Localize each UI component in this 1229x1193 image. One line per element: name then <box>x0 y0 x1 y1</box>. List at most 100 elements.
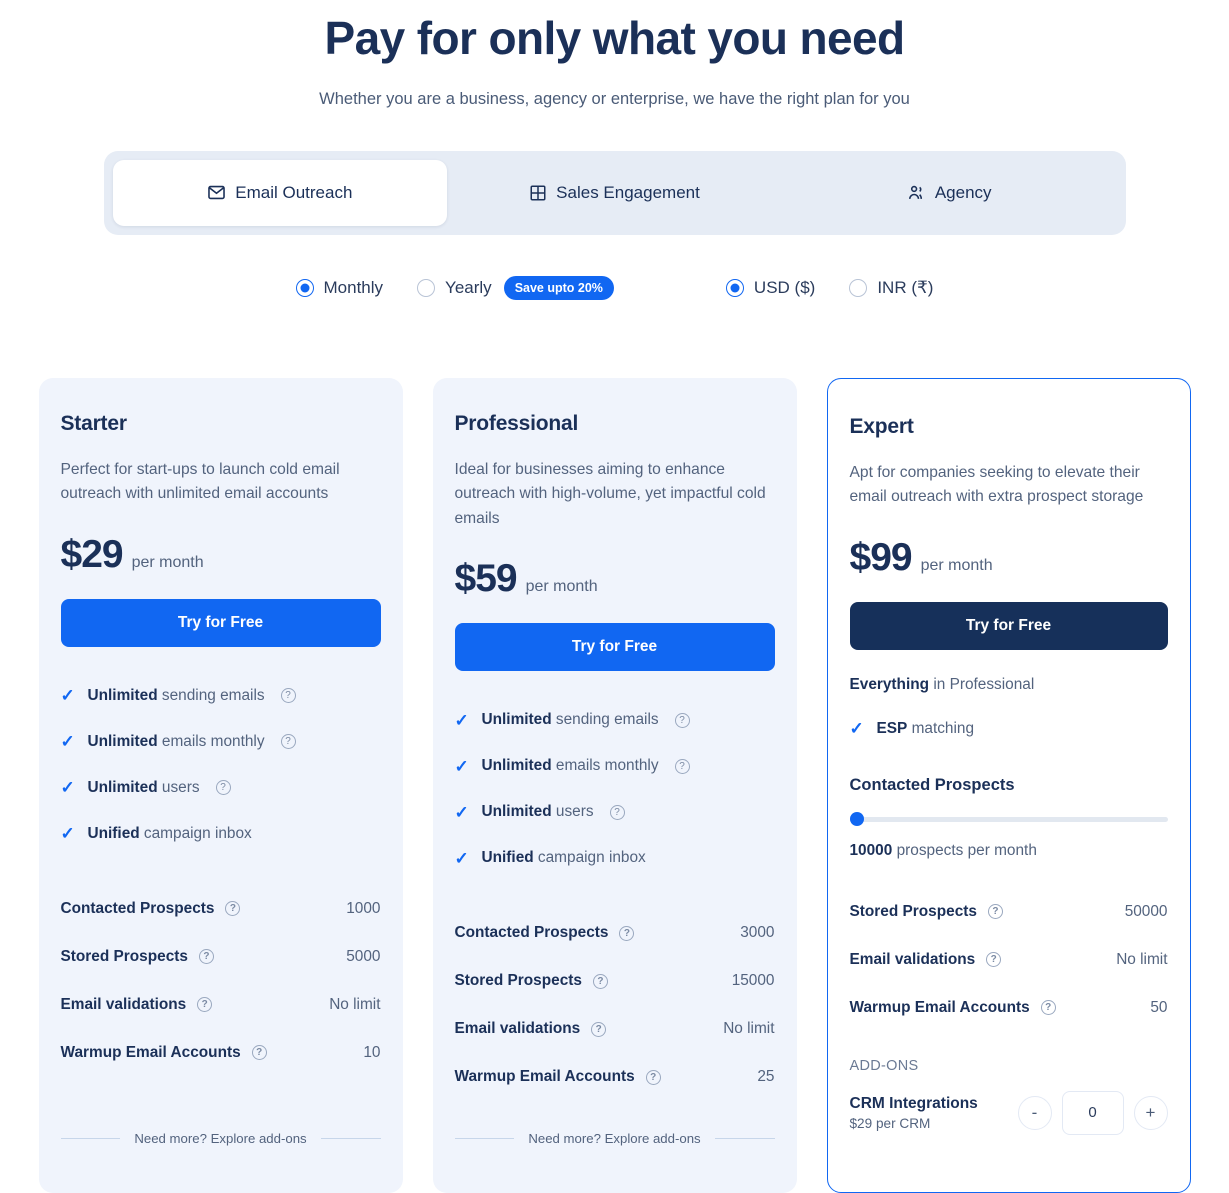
spec-row: Contacted Prospects? 1000 <box>61 885 381 933</box>
plan-description: Ideal for businesses aiming to enhance o… <box>454 461 766 527</box>
envelope-icon <box>207 183 226 202</box>
feature-rest: emails monthly <box>551 757 659 775</box>
plan-price: $29 <box>60 532 124 576</box>
help-icon[interactable]: ? <box>1040 1000 1056 1016</box>
spec-value: No limit <box>723 1020 775 1038</box>
feature-rest: sending emails <box>157 686 265 704</box>
plan-name: Professional <box>454 412 579 435</box>
slider-value: 10000 <box>849 841 893 859</box>
plan-specs: Contacted Prospects? 3000 Stored Prospec… <box>455 909 775 1101</box>
contacted-prospects-slider[interactable] <box>849 811 1168 826</box>
plan-card-professional: Professional Ideal for businesses aiming… <box>432 378 797 1193</box>
help-icon[interactable]: ? <box>280 688 296 704</box>
spec-label: Stored Prospects <box>849 902 977 920</box>
radio-inr[interactable]: INR (₹) <box>849 278 933 298</box>
feature-strong: Unlimited <box>481 711 552 729</box>
help-icon[interactable]: ? <box>251 1045 267 1061</box>
plan-specs: Stored Prospects? 50000 Email validation… <box>850 888 1168 1032</box>
help-icon[interactable]: ? <box>215 780 231 796</box>
spec-value: 1000 <box>346 899 381 917</box>
addon-price: $29 per CRM <box>849 1115 931 1131</box>
tab-email-outreach[interactable]: Email Outreach <box>112 159 448 226</box>
tab-agency[interactable]: Agency <box>782 160 1117 226</box>
tab-label: Email Outreach <box>235 182 353 202</box>
divider <box>320 1138 381 1139</box>
tab-sales-engagement[interactable]: Sales Engagement <box>447 160 782 226</box>
radio-yearly[interactable]: Yearly <box>417 278 492 298</box>
spec-row: Warmup Email Accounts? 50 <box>850 984 1168 1032</box>
help-icon[interactable]: ? <box>986 952 1002 968</box>
feature-item: ✓ Unified campaign inbox <box>455 835 775 881</box>
slider-track[interactable] <box>849 816 1168 822</box>
feature-item: ✓ Unlimited sending emails ? <box>455 697 775 743</box>
help-icon[interactable]: ? <box>645 1069 661 1085</box>
help-icon[interactable]: ? <box>198 949 214 965</box>
addon-info: CRM Integrations $29 per CRM <box>850 1095 978 1131</box>
spec-label: Email validations <box>849 950 976 968</box>
radio-usd-label: USD ($) <box>753 277 816 297</box>
spec-label: Contacted Prospects <box>454 924 609 942</box>
spec-row: Stored Prospects? 15000 <box>455 957 775 1005</box>
radio-yearly-indicator[interactable] <box>417 278 436 297</box>
try-for-free-button[interactable]: Try for Free <box>454 623 775 672</box>
check-icon: ✓ <box>60 732 75 752</box>
help-icon[interactable]: ? <box>197 997 213 1013</box>
product-tab-bar: Email Outreach Sales Engagement Agency <box>103 150 1126 235</box>
radio-monthly[interactable]: Monthly <box>295 277 384 298</box>
plan-price: $59 <box>454 557 518 601</box>
feature-strong: Unlimited <box>481 757 552 775</box>
help-icon[interactable]: ? <box>225 901 241 917</box>
divider <box>60 1138 121 1139</box>
billing-currency-options: Monthly Yearly Save upto 20% USD ($) INR… <box>0 273 1229 303</box>
help-icon[interactable]: ? <box>609 804 625 820</box>
try-for-free-button[interactable]: Try for Free <box>849 601 1168 650</box>
addon-name: CRM Integrations <box>849 1094 978 1112</box>
spec-value: No limit <box>329 995 381 1013</box>
plan-features: ✓ Unlimited sending emails ? ✓ Unlimited… <box>61 673 381 857</box>
feature-item: ✓ Unlimited emails monthly ? <box>455 743 775 789</box>
addons-section-label: ADD-ONS <box>849 1057 919 1074</box>
pricing-page: Pay for only what you need Whether you a… <box>0 0 1229 1193</box>
spec-row: Stored Prospects? 50000 <box>850 888 1168 936</box>
check-icon: ✓ <box>454 756 469 776</box>
feature-strong: ESP <box>876 719 908 737</box>
tab-label: Sales Engagement <box>556 182 700 202</box>
feature-item: ✓ Unlimited users ? <box>455 789 775 835</box>
try-for-free-button[interactable]: Try for Free <box>60 598 381 647</box>
help-icon[interactable]: ? <box>280 734 296 750</box>
decrement-button[interactable]: - <box>1017 1095 1052 1130</box>
plan-price-period: per month <box>920 556 993 574</box>
plan-price-row: $59 per month <box>455 557 775 601</box>
explore-addons-link[interactable]: Need more? Explore add-ons <box>60 1131 381 1146</box>
radio-inr-indicator[interactable] <box>849 278 868 297</box>
spec-row: Email validations? No limit <box>455 1005 775 1053</box>
radio-usd-indicator[interactable] <box>725 278 744 297</box>
radio-monthly-label: Monthly <box>323 277 384 297</box>
plan-card-expert: Expert Apt for companies seeking to elev… <box>826 378 1191 1193</box>
spec-label: Warmup Email Accounts <box>454 1068 635 1086</box>
spec-value: 15000 <box>731 972 775 990</box>
page-subtitle: Whether you are a business, agency or en… <box>319 89 910 108</box>
feature-strong: Unlimited <box>87 686 158 704</box>
radio-yearly-label: Yearly <box>445 277 492 297</box>
radio-monthly-indicator[interactable] <box>295 278 314 297</box>
increment-button[interactable]: + <box>1133 1095 1168 1130</box>
explore-addons-label: Need more? Explore add-ons <box>528 1131 701 1146</box>
explore-addons-label: Need more? Explore add-ons <box>134 1131 307 1146</box>
check-icon: ✓ <box>60 778 75 798</box>
help-icon[interactable]: ? <box>674 758 690 774</box>
help-icon[interactable]: ? <box>987 904 1003 920</box>
plan-price-row: $99 per month <box>850 536 1168 580</box>
people-icon <box>907 183 926 202</box>
help-icon[interactable]: ? <box>592 973 608 989</box>
help-icon[interactable]: ? <box>619 925 635 941</box>
plan-specs: Contacted Prospects? 1000 Stored Prospec… <box>61 885 381 1077</box>
spec-label: Email validations <box>60 995 187 1013</box>
help-icon[interactable]: ? <box>674 712 690 728</box>
plan-price: $99 <box>849 535 913 579</box>
radio-usd[interactable]: USD ($) <box>725 277 816 298</box>
slider-thumb[interactable] <box>849 811 864 826</box>
help-icon[interactable]: ? <box>591 1021 607 1037</box>
explore-addons-link[interactable]: Need more? Explore add-ons <box>454 1131 775 1146</box>
quantity-value[interactable]: 0 <box>1061 1090 1124 1135</box>
